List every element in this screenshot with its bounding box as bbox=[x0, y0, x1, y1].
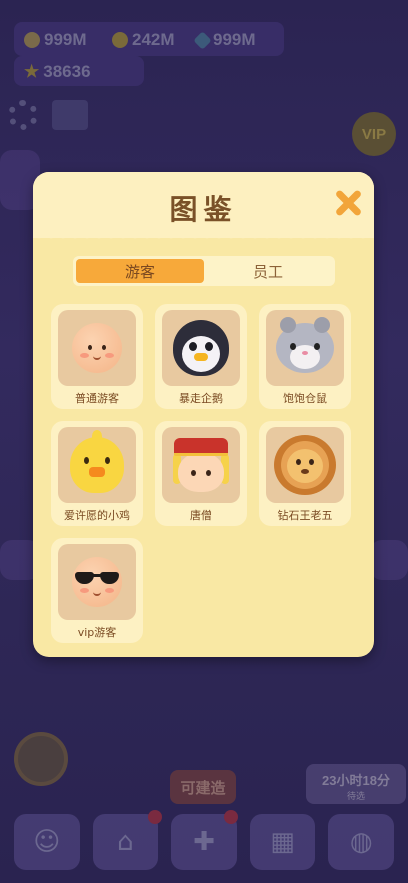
chick-icon bbox=[70, 430, 124, 493]
notification-dot bbox=[224, 810, 238, 824]
portrait-frame bbox=[58, 427, 136, 503]
modal-title: 图鉴 bbox=[169, 193, 238, 226]
character-card-lion[interactable]: 钻石王老五 bbox=[259, 421, 351, 526]
penguin-icon bbox=[173, 320, 229, 376]
sunglasses-icon bbox=[75, 572, 119, 584]
portrait-frame bbox=[58, 310, 136, 386]
character-card-vip-guest[interactable]: vip游客 bbox=[51, 538, 143, 643]
tab-guests[interactable]: 游客 bbox=[76, 259, 204, 283]
plus-icon: ✚ bbox=[193, 827, 215, 857]
character-name: 钻石王老五 bbox=[277, 509, 333, 522]
character-card-penguin[interactable]: 暴走企鹅 bbox=[155, 304, 247, 409]
vip-badge[interactable]: VIP bbox=[352, 112, 396, 156]
event-button[interactable] bbox=[14, 732, 68, 786]
gem-value: 999M bbox=[213, 30, 256, 49]
codex-modal: 图鉴 游客 员工 普通游客 暴走企鹅 饱饱仓鼠 爱许愿的小鸡 唐僧 钻石王老五 … bbox=[33, 172, 374, 657]
shop-icon: ⌂ bbox=[117, 827, 134, 857]
build-tip: 可建造 bbox=[170, 770, 236, 804]
bottom-button-stall[interactable]: ▦ bbox=[249, 814, 316, 870]
tab-bar: 游客 员工 bbox=[73, 256, 335, 286]
star-icon: ★ bbox=[24, 62, 40, 81]
character-card-hamster[interactable]: 饱饱仓鼠 bbox=[259, 304, 351, 409]
character-name: 唐僧 bbox=[190, 509, 212, 522]
stall-icon: ▦ bbox=[270, 827, 295, 857]
close-icon[interactable] bbox=[333, 188, 363, 218]
plain-guest-icon bbox=[72, 323, 122, 373]
star-counter: ★ 38636 bbox=[24, 62, 91, 82]
character-card-monk[interactable]: 唐僧 bbox=[155, 421, 247, 526]
character-name: vip游客 bbox=[77, 626, 117, 639]
diamond-icon bbox=[193, 30, 212, 50]
bottom-button-map[interactable]: ◍ bbox=[328, 814, 394, 870]
timer-panel: 23小时18分 待选 bbox=[306, 764, 406, 804]
timer-subtext: 待选 bbox=[346, 791, 365, 801]
bottom-button-guests[interactable]: ☺ bbox=[14, 814, 80, 870]
side-deco-right bbox=[370, 540, 408, 580]
coin-icon bbox=[24, 32, 40, 48]
portrait-frame bbox=[162, 427, 240, 503]
hamster-icon bbox=[276, 317, 334, 373]
star-value: 38636 bbox=[43, 62, 91, 81]
lion-icon bbox=[274, 435, 336, 495]
coin-a-counter: 999M bbox=[24, 30, 87, 50]
timer-text: 23小时18分 bbox=[322, 773, 390, 788]
character-name: 普通游客 bbox=[75, 392, 119, 405]
character-name: 爱许愿的小鸡 bbox=[64, 509, 130, 522]
vip-guest-icon bbox=[72, 557, 122, 607]
header-scallop bbox=[33, 232, 374, 244]
ranking-icon[interactable] bbox=[52, 100, 88, 130]
globe-icon: ◍ bbox=[349, 827, 373, 857]
portrait-frame bbox=[162, 310, 240, 386]
notification-dot bbox=[148, 810, 162, 824]
portrait-frame bbox=[58, 544, 136, 620]
coin-a-value: 999M bbox=[44, 30, 87, 49]
bottom-bar: ☺ ⌂ ✚ ▦ ◍ bbox=[14, 814, 394, 872]
character-grid: 普通游客 暴走企鹅 饱饱仓鼠 爱许愿的小鸡 唐僧 钻石王老五 vip游客 bbox=[51, 304, 355, 643]
monk-icon bbox=[173, 437, 229, 496]
portrait-frame bbox=[266, 427, 344, 503]
tab-staff[interactable]: 员工 bbox=[204, 259, 332, 283]
bottom-button-shop[interactable]: ⌂ bbox=[92, 814, 159, 870]
guests-icon: ☺ bbox=[33, 827, 61, 857]
portrait-frame bbox=[266, 310, 344, 386]
gem-counter: 999M bbox=[193, 30, 256, 50]
character-card-plain-guest[interactable]: 普通游客 bbox=[51, 304, 143, 409]
character-name: 饱饱仓鼠 bbox=[283, 392, 327, 405]
gold-coin-icon bbox=[112, 32, 128, 48]
character-name: 暴走企鹅 bbox=[179, 392, 223, 405]
gear-icon[interactable] bbox=[8, 100, 38, 130]
coin-b-value: 242M bbox=[132, 30, 175, 49]
character-card-chick[interactable]: 爱许愿的小鸡 bbox=[51, 421, 143, 526]
coin-b-counter: 242M bbox=[112, 30, 175, 50]
